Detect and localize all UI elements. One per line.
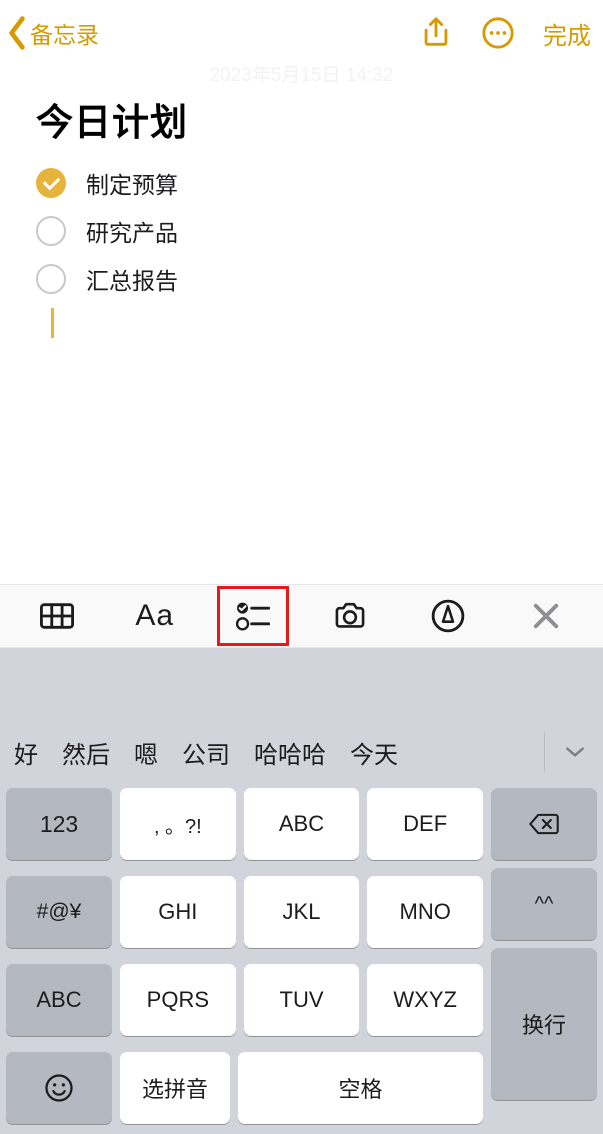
checkbox-unchecked-icon[interactable] (36, 216, 66, 246)
candidate-word[interactable]: 嗯 (134, 735, 158, 770)
checklist-item-label[interactable]: 汇总报告 (86, 262, 178, 296)
key-caret-face[interactable]: ^^ (491, 868, 597, 940)
checkbox-checked-icon[interactable] (36, 168, 66, 198)
candidate-bar: 好 然后 嗯 公司 哈哈哈 今天 (0, 722, 603, 782)
chevron-left-icon (6, 15, 28, 51)
key-jkl[interactable]: JKL (244, 876, 360, 948)
table-icon (40, 599, 74, 633)
text-format-button[interactable]: Aa (124, 591, 186, 641)
key-space[interactable]: 空格 (238, 1052, 483, 1124)
candidate-word[interactable]: 今天 (350, 735, 398, 770)
table-button[interactable] (26, 591, 88, 641)
expand-candidates-button[interactable] (553, 730, 597, 774)
note-title[interactable]: 今日计划 (36, 92, 567, 146)
format-toolbar: Aa (0, 584, 603, 648)
back-label: 备忘录 (30, 16, 99, 50)
more-button[interactable] (481, 16, 515, 50)
key-123[interactable]: 123 (6, 788, 112, 860)
candidate-word[interactable]: 公司 (182, 735, 230, 770)
note-timestamp: 2023年5月15日 14:32 (36, 60, 567, 84)
checklist-item[interactable]: 研究产品 (36, 214, 567, 248)
aa-icon: Aa (135, 599, 174, 633)
camera-icon (333, 599, 367, 633)
key-mno[interactable]: MNO (367, 876, 483, 948)
key-abc[interactable]: ABC (244, 788, 360, 860)
share-button[interactable] (419, 16, 453, 50)
emoji-icon (44, 1073, 74, 1103)
back-button[interactable]: 备忘录 (6, 15, 99, 51)
share-icon (419, 16, 453, 50)
key-punct[interactable]: , 。?! (120, 788, 236, 860)
checklist-button[interactable] (222, 591, 284, 641)
close-toolbar-button[interactable] (515, 591, 577, 641)
checklist-item[interactable]: 汇总报告 (36, 262, 567, 296)
more-icon (481, 16, 515, 50)
candidate-word[interactable]: 哈哈哈 (254, 735, 326, 770)
checklist-icon (236, 599, 270, 633)
markup-button[interactable] (417, 591, 479, 641)
key-abc-mode[interactable]: ABC (6, 964, 112, 1036)
key-delete[interactable] (491, 788, 597, 860)
key-select-pinyin[interactable]: 选拼音 (120, 1052, 230, 1124)
text-cursor (51, 308, 54, 338)
checklist-item[interactable]: 制定预算 (36, 166, 567, 200)
done-button[interactable]: 完成 (543, 16, 591, 51)
key-emoji[interactable] (6, 1052, 112, 1124)
key-wxyz[interactable]: WXYZ (367, 964, 483, 1036)
key-return[interactable]: 换行 (491, 948, 597, 1100)
delete-icon (528, 812, 560, 836)
key-def[interactable]: DEF (367, 788, 483, 860)
candidate-word[interactable]: 好 (14, 735, 38, 770)
key-symbols[interactable]: #@¥ (6, 876, 112, 948)
note-editor[interactable]: 2023年5月15日 14:32 今日计划 制定预算 研究产品 汇总报告 (0, 66, 603, 338)
key-pqrs[interactable]: PQRS (120, 964, 236, 1036)
markup-icon (431, 599, 465, 633)
key-ghi[interactable]: GHI (120, 876, 236, 948)
key-tuv[interactable]: TUV (244, 964, 360, 1036)
checklist-item-label[interactable]: 制定预算 (86, 166, 178, 200)
checkbox-unchecked-icon[interactable] (36, 264, 66, 294)
candidate-word[interactable]: 然后 (62, 735, 110, 770)
chevron-down-icon (564, 745, 586, 759)
keyboard: 123 , 。?! ABC DEF #@¥ GHI JKL MNO ABC PQ… (0, 782, 603, 1134)
checklist-item-label[interactable]: 研究产品 (86, 214, 178, 248)
close-icon (529, 599, 563, 633)
camera-button[interactable] (319, 591, 381, 641)
